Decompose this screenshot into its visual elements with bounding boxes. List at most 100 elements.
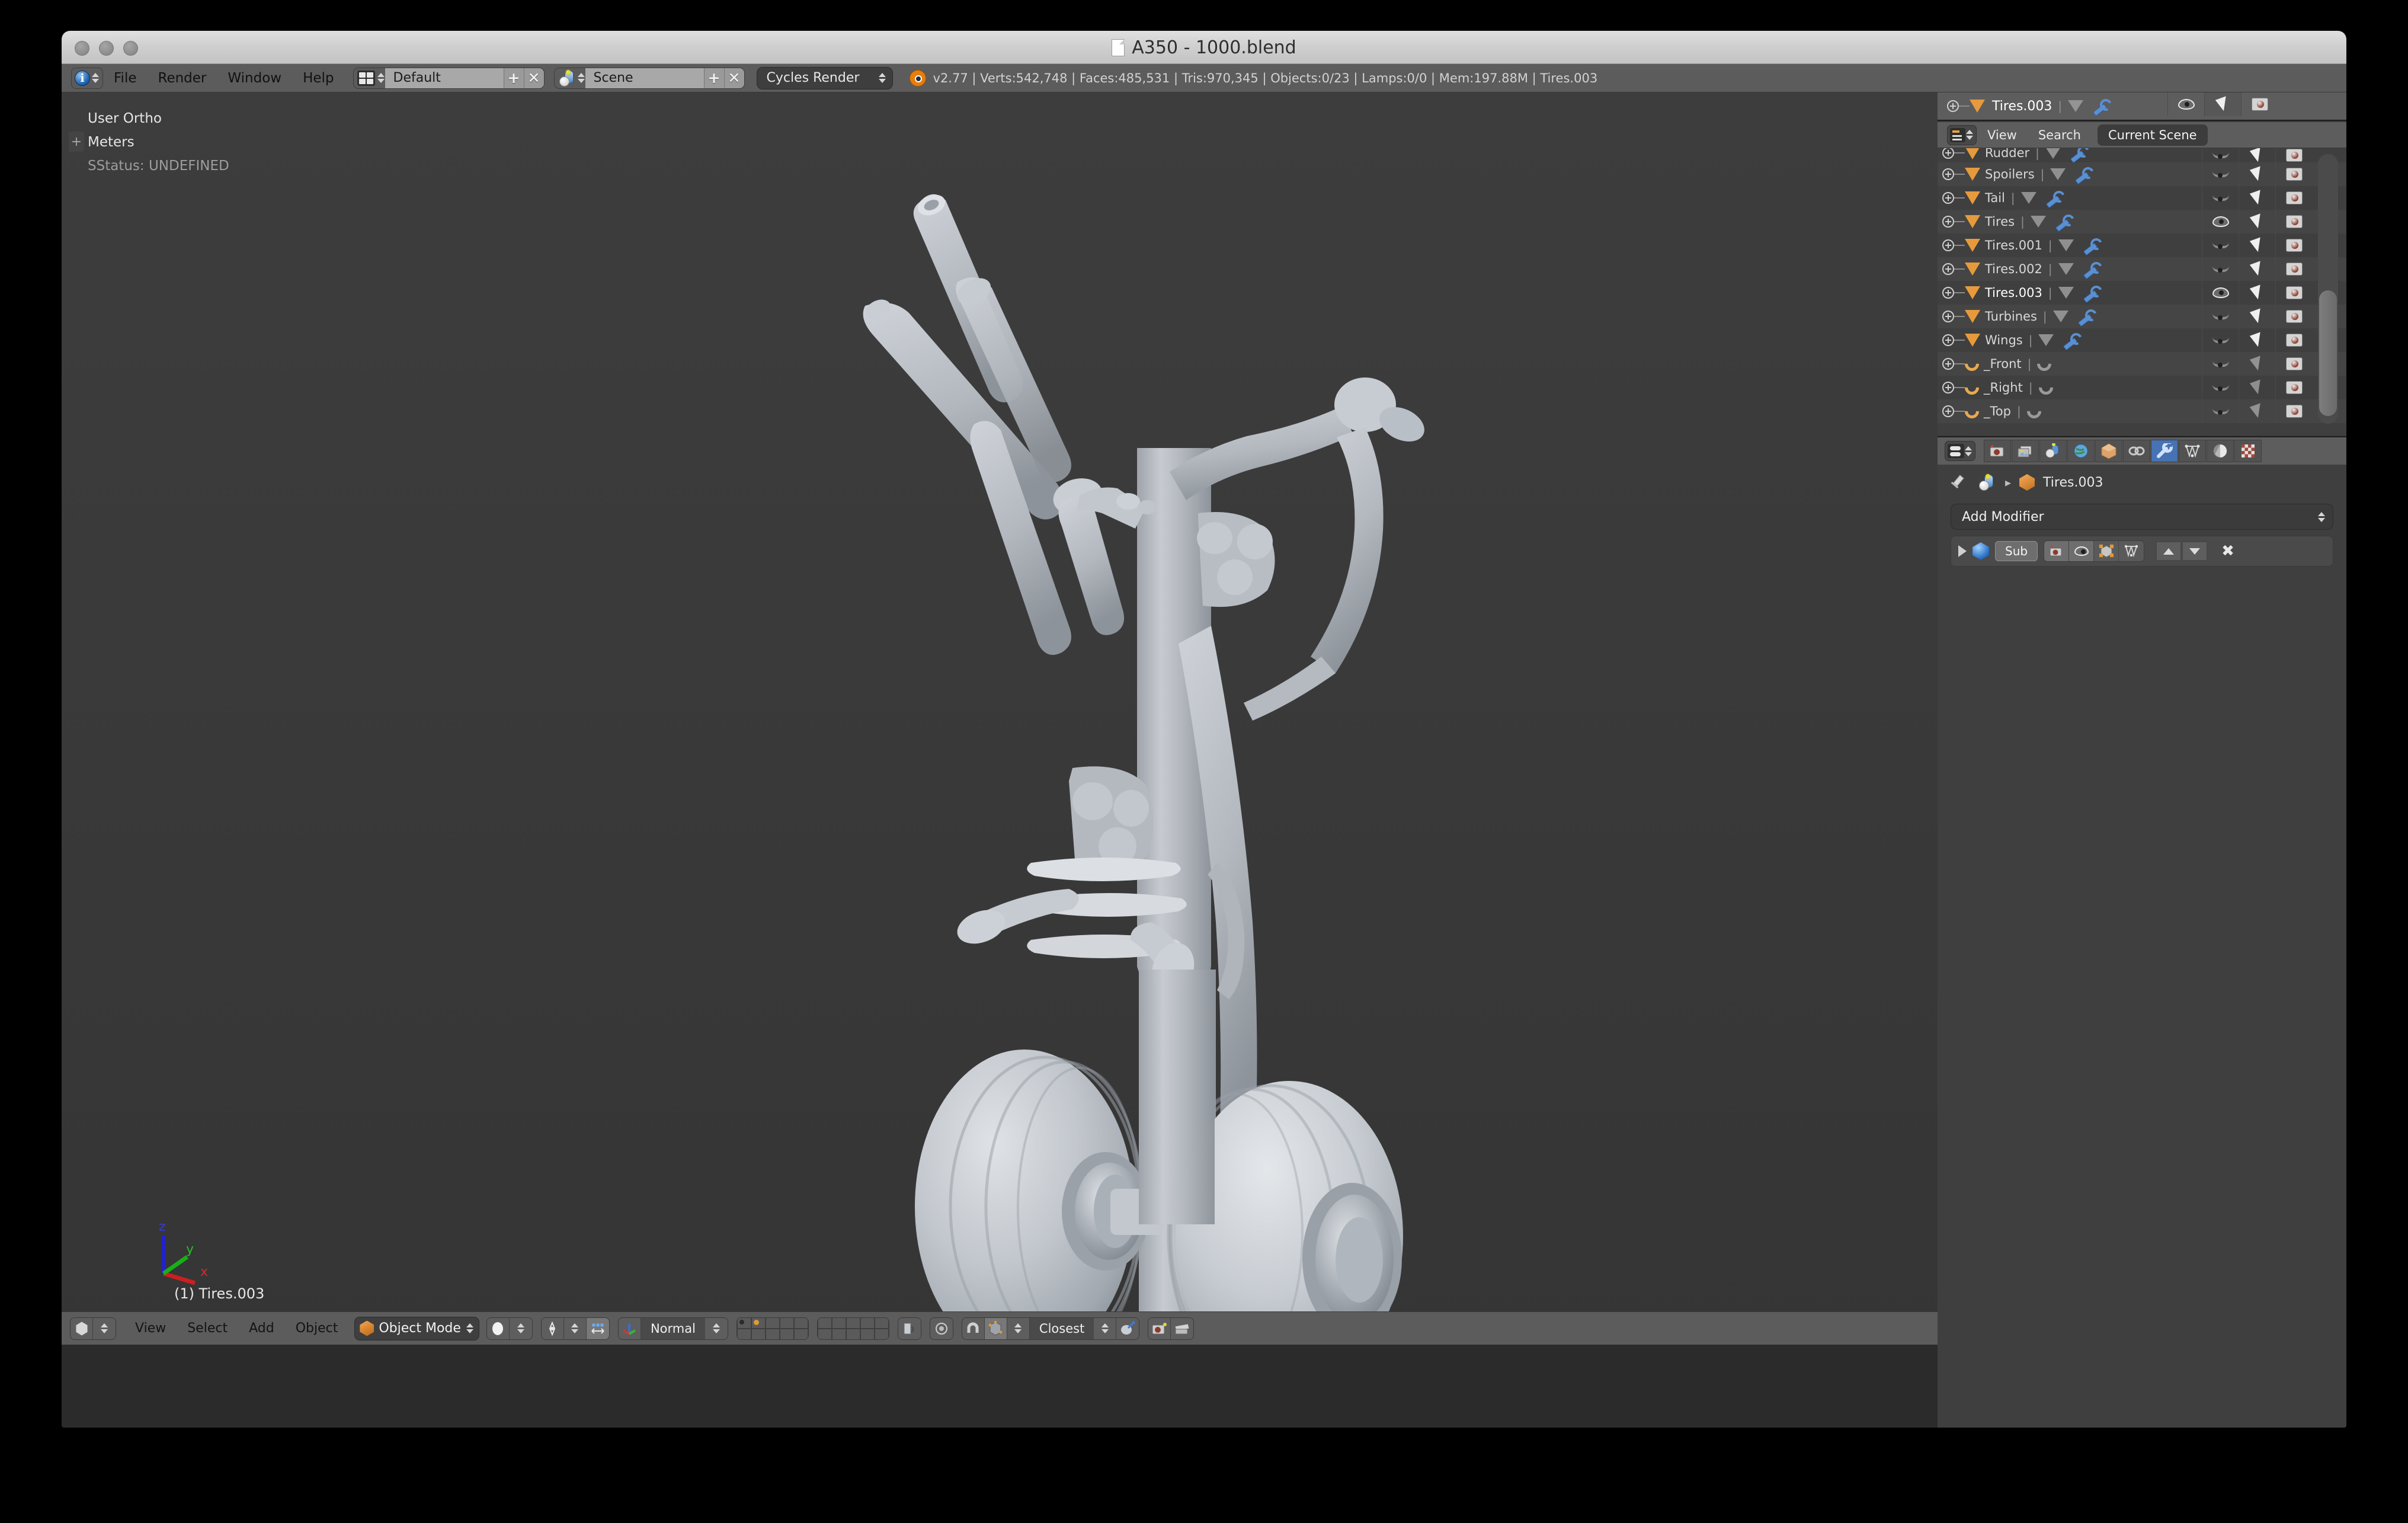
scene-selector[interactable]: Scene + ✕ xyxy=(553,67,745,89)
properties-tab-bar[interactable] xyxy=(1938,437,2346,465)
curve-data-icon[interactable] xyxy=(2023,401,2044,421)
expand-plus-icon[interactable] xyxy=(1942,405,1954,417)
pivot-point-selector[interactable] xyxy=(540,1317,610,1340)
expand-plus-icon[interactable] xyxy=(1942,263,1954,275)
tab-texture[interactable] xyxy=(2234,440,2262,462)
add-modifier-button[interactable]: Add Modifier xyxy=(1951,504,2333,530)
manipulator-toggle-icon[interactable] xyxy=(586,1317,609,1339)
viewport-shading-selector[interactable] xyxy=(486,1317,533,1340)
delete-scene-button[interactable]: ✕ xyxy=(723,68,744,88)
outliner-row-tires-002[interactable]: Tires.002 | xyxy=(1938,257,2346,281)
mesh-data-icon[interactable] xyxy=(2052,311,2068,322)
editor-type-selector-properties[interactable] xyxy=(1945,441,1975,461)
chevron-updown-icon[interactable] xyxy=(509,1317,532,1339)
restrict-select-toggle[interactable] xyxy=(2239,399,2275,423)
outliner-row-tires-003[interactable]: Tires.003 | xyxy=(1938,281,2346,305)
curve-data-icon[interactable] xyxy=(2034,354,2055,374)
chevron-updown-icon[interactable] xyxy=(563,1317,587,1339)
delete-screen-layout-button[interactable]: ✕ xyxy=(523,68,544,88)
restrict-select-toggle[interactable] xyxy=(2239,186,2275,210)
add-menu[interactable]: Add xyxy=(238,1312,285,1345)
restrict-select-toggle[interactable] xyxy=(2239,257,2275,281)
mesh-data-icon[interactable] xyxy=(2030,216,2046,228)
tab-data[interactable] xyxy=(2179,440,2206,462)
view-menu[interactable]: View xyxy=(124,1312,177,1345)
mesh-data-icon[interactable] xyxy=(2058,287,2074,299)
restrict-view-toggle[interactable] xyxy=(2202,305,2239,328)
restrict-view-toggle[interactable] xyxy=(2202,352,2239,376)
modifier-display-toggles[interactable] xyxy=(2044,540,2145,562)
expand-triangle-icon[interactable] xyxy=(1958,545,1967,557)
expand-plus-icon[interactable] xyxy=(1942,239,1954,251)
toolshelf-expand-icon[interactable]: + xyxy=(69,132,84,152)
pin-icon[interactable] xyxy=(1951,475,1966,490)
properties-editor[interactable]: ▸ Tires.003 Add Modifier Sub ✖ xyxy=(1938,436,2346,1428)
wrench-icon[interactable] xyxy=(2082,286,2098,300)
render-engine-selector[interactable]: Cycles Render xyxy=(756,66,893,89)
wrench-icon[interactable] xyxy=(2074,167,2089,181)
restrict-render-toggle[interactable] xyxy=(2275,328,2312,352)
scene-layers-grid-2[interactable] xyxy=(816,1317,889,1340)
restrict-view-toggle[interactable] xyxy=(2202,162,2239,186)
proportional-edit-icon[interactable] xyxy=(930,1317,953,1339)
outliner-row-rudder[interactable]: Rudder | xyxy=(1938,148,2346,167)
tab-scene[interactable] xyxy=(2039,440,2067,462)
curve-data-icon[interactable] xyxy=(2035,377,2056,398)
screen-layout-name[interactable]: Default xyxy=(385,68,504,88)
wrench-icon[interactable] xyxy=(2092,99,2107,113)
expand-plus-icon[interactable] xyxy=(1942,358,1954,370)
outliner-row-wings[interactable]: Wings | xyxy=(1938,328,2346,352)
tab-modifiers[interactable] xyxy=(2151,440,2178,462)
mesh-data-icon[interactable] xyxy=(2058,239,2074,251)
restrict-select-toggle[interactable] xyxy=(2239,162,2275,186)
chevron-updown-icon[interactable] xyxy=(1007,1317,1030,1339)
scene-layers-grid[interactable] xyxy=(737,1317,808,1339)
mesh-data-icon[interactable] xyxy=(2058,263,2074,275)
wrench-icon[interactable] xyxy=(2045,191,2060,205)
restrict-render-toggle[interactable] xyxy=(2275,352,2312,376)
restrict-select-toggle[interactable] xyxy=(2239,305,2275,328)
interaction-mode-selector[interactable]: Object Mode xyxy=(354,1316,479,1340)
magnet-snap-icon[interactable] xyxy=(962,1317,985,1339)
expand-plus-icon[interactable] xyxy=(1942,216,1954,228)
tab-material[interactable] xyxy=(2207,440,2234,462)
restrict-view-toggle[interactable] xyxy=(2202,376,2239,399)
tab-render-layers[interactable] xyxy=(2012,440,2039,462)
expand-plus-icon[interactable] xyxy=(1942,168,1954,180)
restrict-select-toggle[interactable] xyxy=(2239,210,2275,233)
on-cage-toggle-icon[interactable] xyxy=(2119,541,2144,561)
outliner-scrollbar-thumb[interactable] xyxy=(2319,290,2337,416)
chevron-updown-icon[interactable] xyxy=(705,1317,728,1339)
outliner-editor[interactable]: View Search Current Scene Rudder | Spoiler… xyxy=(1938,122,2346,435)
expand-plus-icon[interactable] xyxy=(1942,192,1954,204)
restrict-select-toggle[interactable] xyxy=(2239,233,2275,257)
restrict-view-toggle[interactable] xyxy=(2202,257,2239,281)
snap-widget[interactable]: Closest xyxy=(961,1317,1140,1340)
outliner-scene-filter[interactable]: Current Scene xyxy=(2098,124,2208,146)
chevron-updown-icon[interactable] xyxy=(1094,1317,1117,1339)
scene-name[interactable]: Scene xyxy=(585,68,704,88)
select-menu[interactable]: Select xyxy=(177,1312,238,1345)
expand-plus-icon[interactable] xyxy=(1942,148,1954,159)
transform-orientation-selector[interactable]: Normal xyxy=(617,1317,728,1340)
mesh-data-icon[interactable] xyxy=(2045,148,2061,159)
lock-scene-toggle[interactable] xyxy=(897,1317,921,1340)
outliner-search-menu[interactable]: Search xyxy=(2028,128,2092,142)
move-down-icon[interactable] xyxy=(2182,542,2208,561)
editor-type-selector-info[interactable]: i xyxy=(71,67,103,89)
restrict-render-toggle[interactable] xyxy=(2275,162,2312,186)
menu-render[interactable]: Render xyxy=(148,64,217,92)
restrict-render-toggle[interactable] xyxy=(2275,210,2312,233)
object-menu[interactable]: Object xyxy=(285,1312,349,1345)
scene-layers-grid-second[interactable] xyxy=(817,1317,889,1339)
expand-plus-icon[interactable] xyxy=(1942,334,1954,346)
restrict-view-toggle[interactable] xyxy=(2202,328,2239,352)
restrict-select-toggle[interactable] xyxy=(2239,281,2275,305)
restrict-view-toggle[interactable] xyxy=(2202,399,2239,423)
move-up-icon[interactable] xyxy=(2156,542,2182,561)
outliner-row-tail[interactable]: Tail | xyxy=(1938,186,2346,210)
opengl-render-animation-icon[interactable] xyxy=(1171,1317,1194,1339)
wrench-icon[interactable] xyxy=(2082,262,2098,276)
scene-layers-widget[interactable] xyxy=(736,1317,809,1340)
outliner-scrollbar[interactable] xyxy=(2318,154,2338,424)
